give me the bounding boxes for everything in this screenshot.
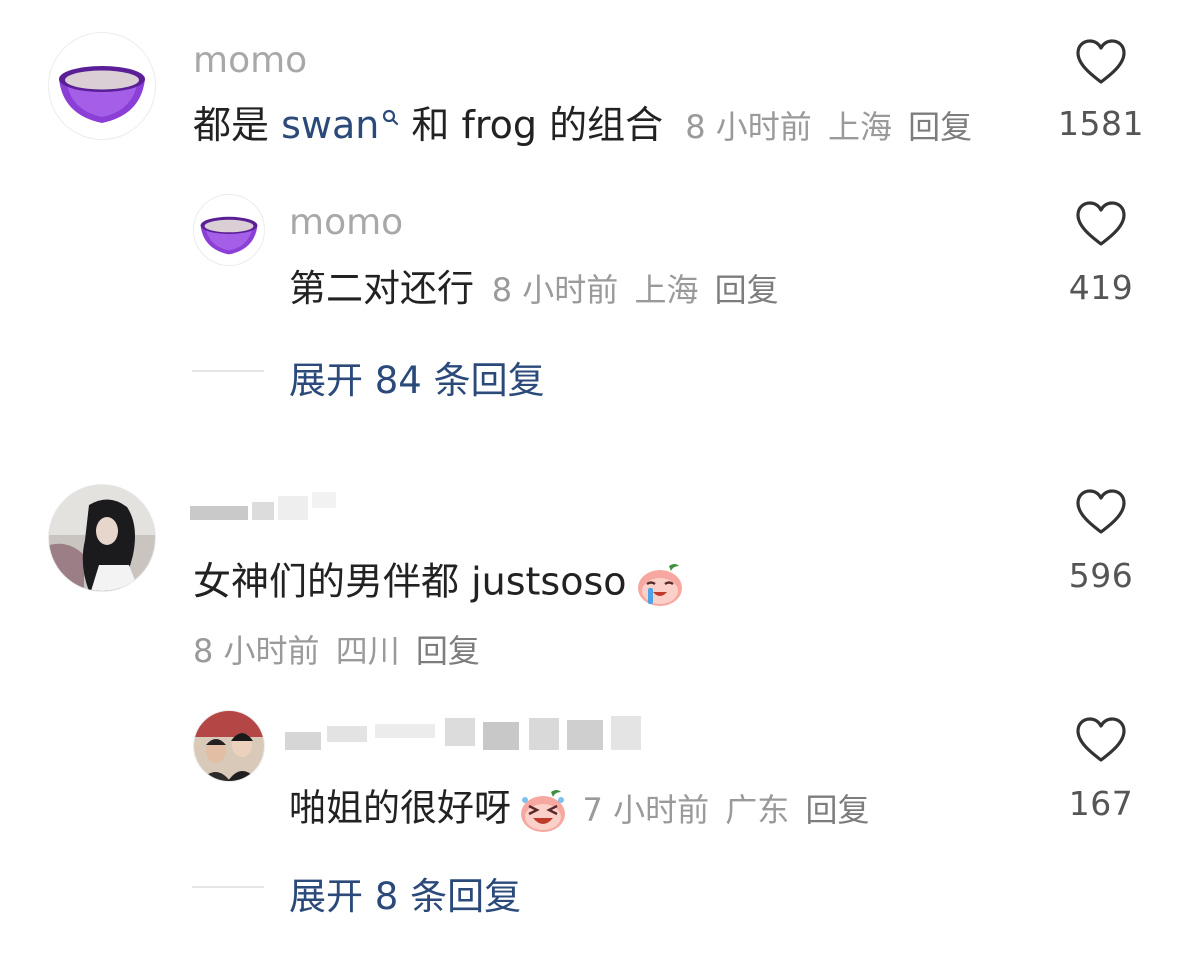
reply-text: 啪姐的很好呀 7 小时前 广东 回复 [289,786,869,834]
like-button[interactable] [1050,488,1152,540]
timestamp: 7 小时前 [582,790,710,829]
reply-button[interactable]: 回复 [908,108,972,146]
heart-icon [1076,201,1126,246]
like-count: 419 [1068,268,1134,307]
like-button[interactable] [1050,716,1152,768]
heart-icon [1076,39,1126,84]
two-people-photo-icon [194,711,264,781]
crying-peach-emoji [637,564,682,606]
like-count: 1581 [1058,104,1144,143]
avatar[interactable] [193,710,265,782]
comment-meta: 8 小时前 四川 回复 [193,626,480,672]
location: 四川 [335,632,400,670]
avatar[interactable] [48,32,156,140]
heart-icon [1076,717,1126,762]
username[interactable]: momo [289,202,403,243]
like-count: 596 [1068,556,1134,595]
heart-icon [1076,489,1126,534]
like-button[interactable] [1050,200,1152,252]
timestamp: 8 小时前 [193,632,320,670]
like-button[interactable] [1050,38,1152,90]
expand-replies-button[interactable]: 展开 84 条回复 [289,350,545,404]
reply-text: 第二对还行 8 小时前 上海 回复 [289,270,779,307]
divider [192,886,264,888]
mention-link[interactable]: swan [281,103,379,147]
comment-text: 都是 swan 和 frog 的组合 8 小时前 上海 回复 [193,106,972,144]
avatar[interactable] [193,194,265,266]
laughing-peach-emoji [520,790,565,832]
timestamp: 8 小时前 [685,108,812,146]
comment-text-prefix: 都是 [193,103,282,147]
expand-replies-button[interactable]: 展开 8 条回复 [289,866,521,920]
location: 上海 [634,271,699,309]
portrait-photo-icon [49,485,155,591]
location: 广东 [725,790,790,829]
reply-text-body: 啪姐的很好呀 [289,786,511,830]
comment-text: 女神们的男伴都 justsoso [193,560,685,608]
reply-text-body: 第二对还行 [289,267,474,310]
avatar[interactable] [48,484,156,592]
reply-button[interactable]: 回复 [715,271,779,309]
comment-text-body: 女神们的男伴都 justsoso [193,559,627,604]
purple-bowl-icon [59,66,145,123]
comment-text-suffix: 和 frog 的组合 [399,103,664,147]
username-redacted [190,492,340,528]
reply-button[interactable]: 回复 [416,632,480,670]
purple-bowl-icon [200,216,258,255]
reply-button[interactable]: 回复 [805,791,869,829]
like-count: 167 [1068,784,1134,823]
username[interactable]: momo [193,40,307,81]
timestamp: 8 小时前 [491,271,619,309]
divider [192,370,264,372]
location: 上海 [827,108,892,146]
search-icon[interactable] [381,108,399,130]
username-redacted [285,716,665,756]
